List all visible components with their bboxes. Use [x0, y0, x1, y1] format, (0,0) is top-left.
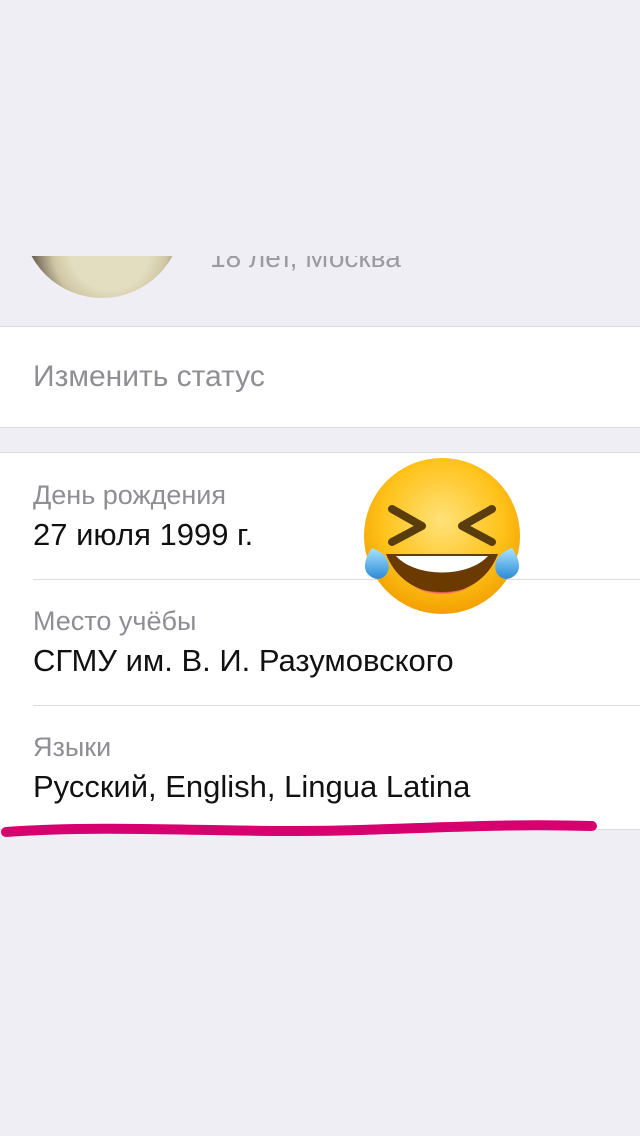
birthday-label: День рождения	[33, 480, 226, 510]
info-row-birthday: День рождения 27 июля 1999 г.	[33, 453, 640, 579]
profile-header: 18 лет, Москва	[0, 0, 640, 326]
languages-label: Языки	[33, 732, 112, 762]
highlight-underline	[1, 820, 597, 837]
profile-screen: 18 лет, Москва Изменить статус День рожд…	[0, 0, 640, 1136]
change-status-label: Изменить статус	[33, 360, 265, 393]
avatar[interactable]	[22, 256, 182, 298]
education-label: Место учёбы	[33, 606, 197, 636]
avatar-crop: 18 лет, Москва	[0, 256, 640, 326]
birthday-value: 27 июля 1999 г.	[33, 517, 254, 552]
info-row-education[interactable]: Место учёбы СГМУ им. В. И. Разумовского	[33, 579, 640, 705]
info-card: День рождения 27 июля 1999 г. Место учёб…	[0, 452, 640, 830]
laughing-with-tears-emoji-icon	[364, 458, 520, 614]
languages-value: Русский, English, Lingua Latina	[33, 769, 471, 804]
profile-age-city: 18 лет, Москва	[210, 256, 401, 273]
education-value: СГМУ им. В. И. Разумовского	[33, 643, 454, 678]
change-status-button[interactable]: Изменить статус	[0, 326, 640, 428]
